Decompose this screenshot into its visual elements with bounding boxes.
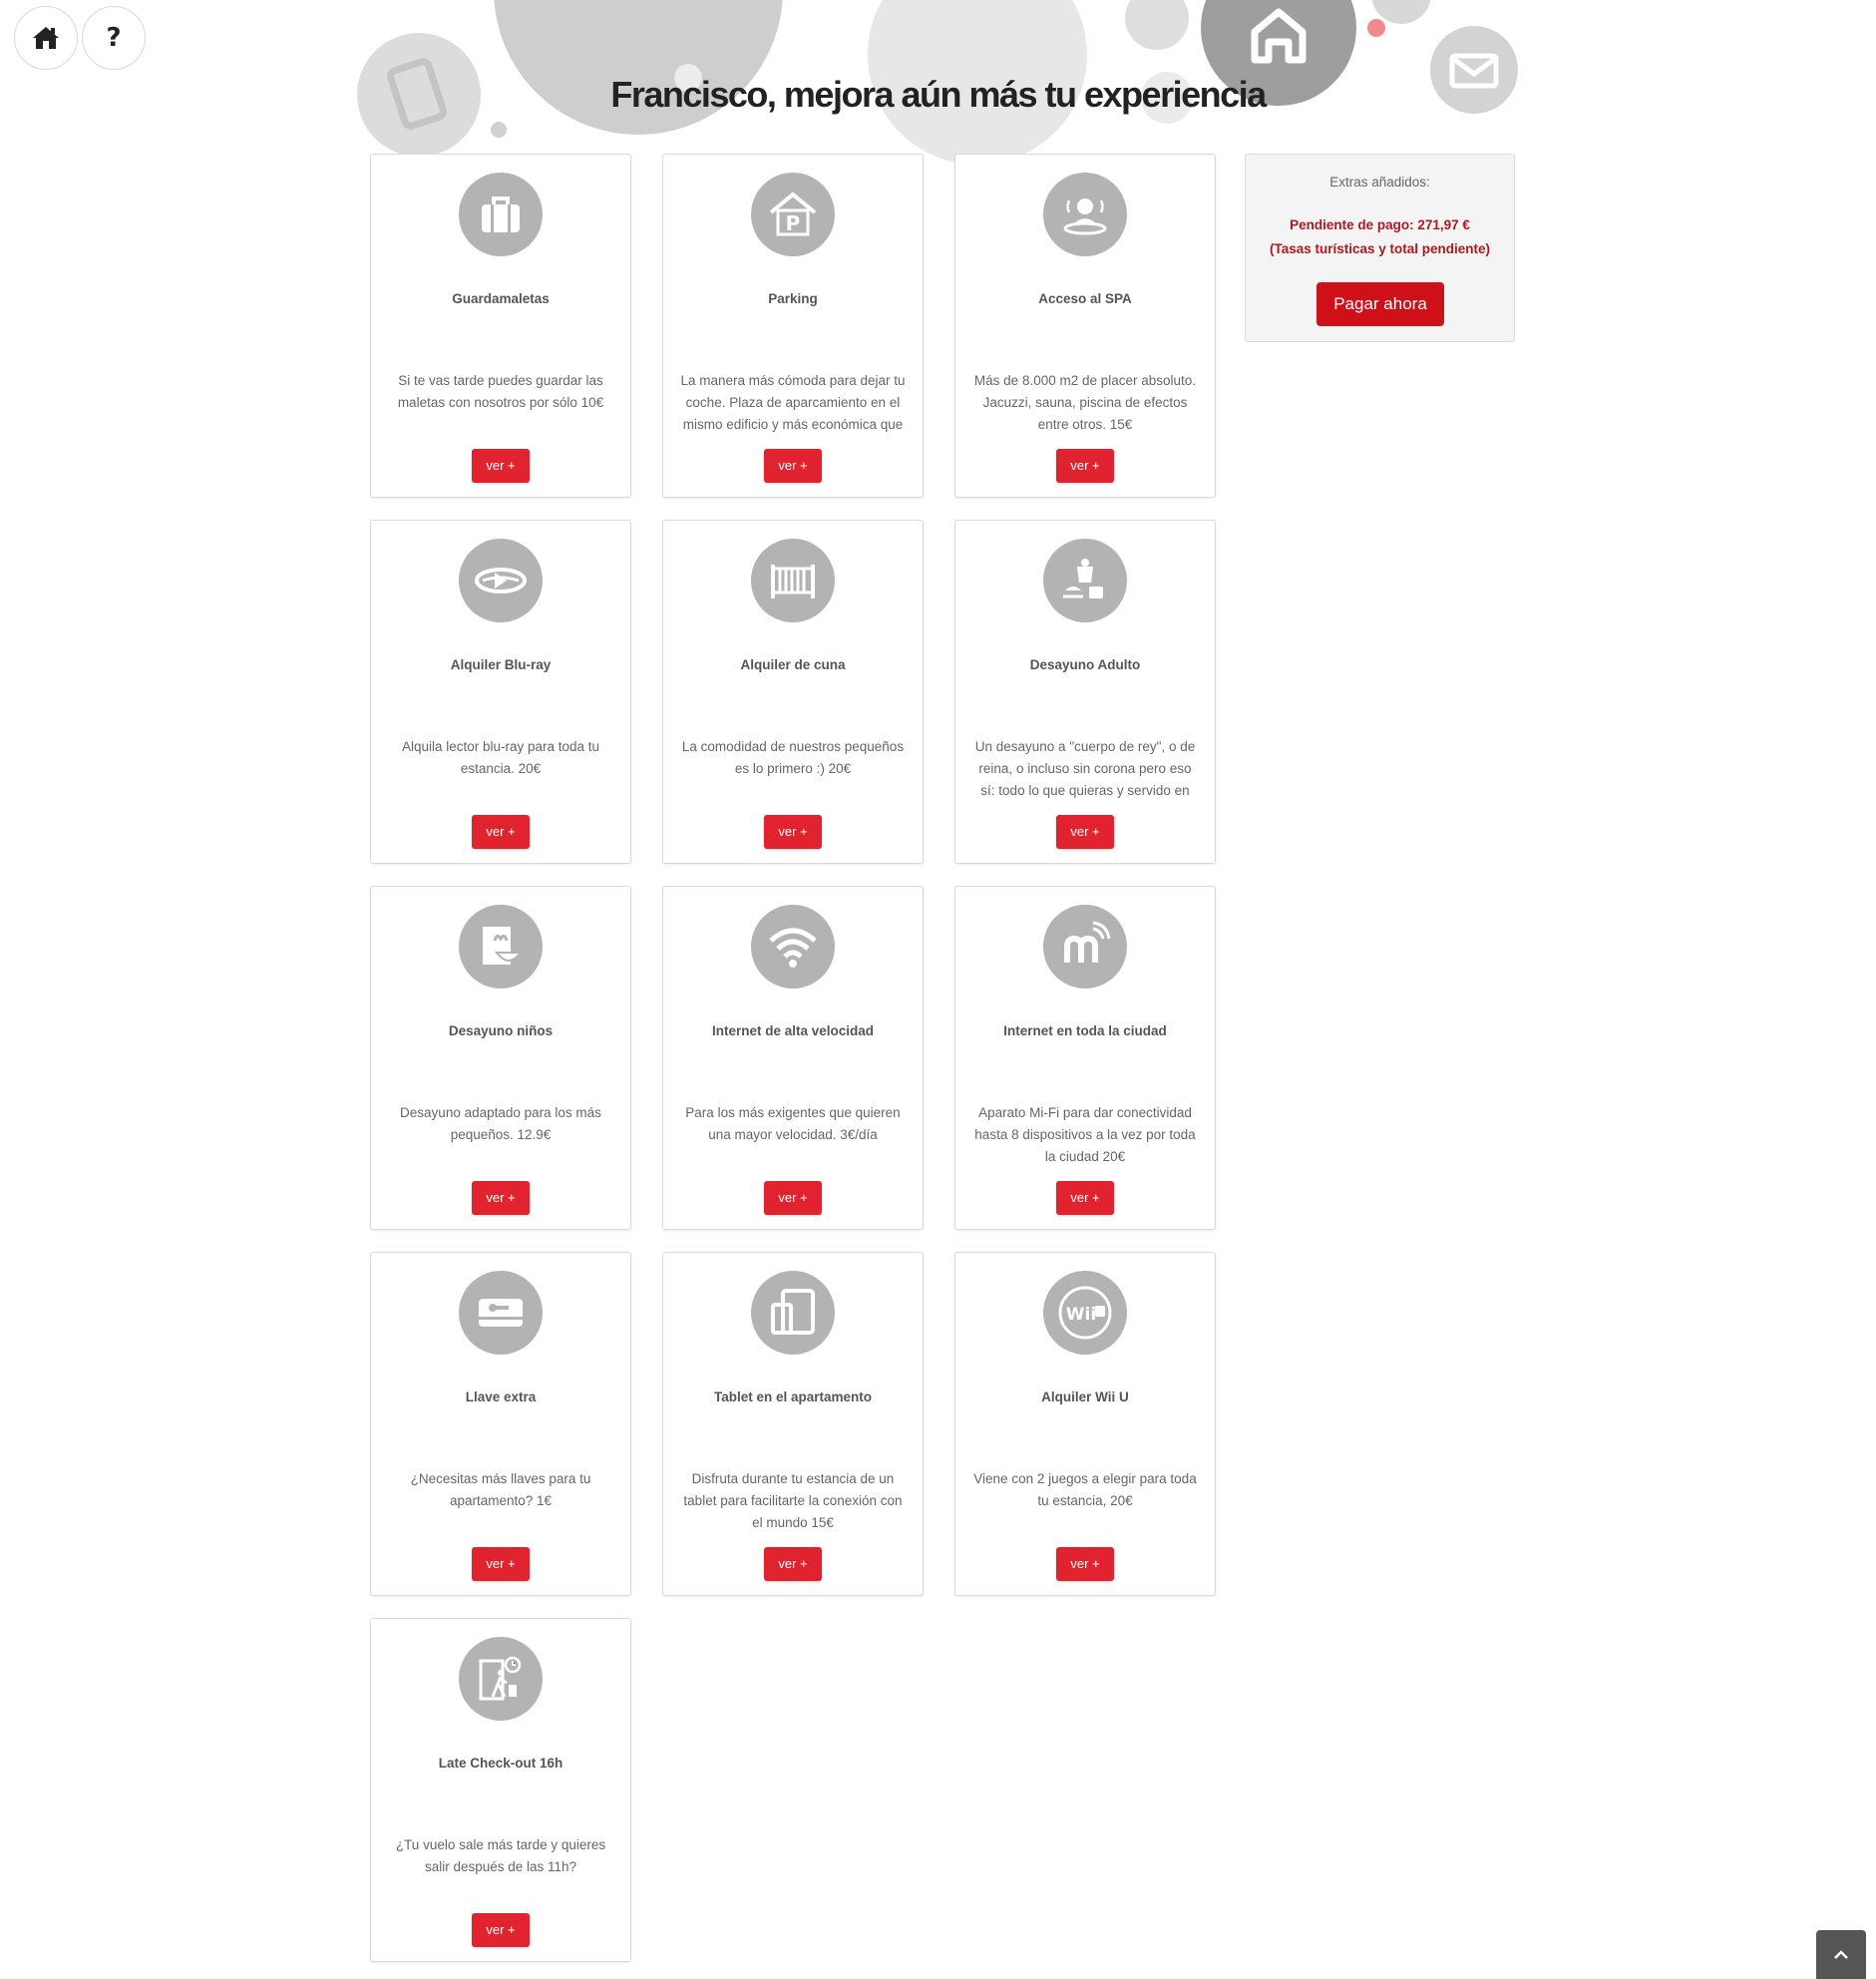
card-title: Desayuno Adulto <box>1029 657 1141 672</box>
extra-card-wii-u: Wii Alquiler Wii U Viene con 2 juegos a … <box>954 1252 1216 1596</box>
extra-card-bluray: Alquiler Blu-ray Alquila lector blu-ray … <box>370 520 631 864</box>
luggage-icon <box>459 173 543 256</box>
card-title: Alquiler Blu-ray <box>450 657 552 672</box>
ver-mas-button[interactable]: ver + <box>764 1181 822 1215</box>
extra-card-llave: Llave extra ¿Necesitas más llaves para t… <box>370 1252 631 1596</box>
ver-mas-button[interactable]: ver + <box>472 815 530 849</box>
card-description: Aparato Mi-Fi para dar conectividad hast… <box>974 1105 1196 1164</box>
pending-payment-note: (Tasas turísticas y total pendiente) <box>1269 241 1491 256</box>
wifi-icon <box>751 905 835 989</box>
extra-card-guardamaletas: Guardamaletas Si te vas tarde puedes gua… <box>370 154 631 498</box>
extra-card-internet-alta: Internet de alta velocidad Para los más … <box>662 886 924 1230</box>
wii-u-logo-text: Wii <box>1066 1305 1096 1325</box>
ver-mas-button[interactable]: ver + <box>1056 815 1114 849</box>
card-title: Parking <box>768 291 818 306</box>
card-description: ¿Tu vuelo sale más tarde y quieres salir… <box>395 1837 606 1874</box>
help-button[interactable]: ? <box>82 6 146 70</box>
ver-mas-button[interactable]: ver + <box>472 1547 530 1581</box>
breakfast-icon <box>1043 539 1127 622</box>
pending-payment: Pendiente de pago: 271,97 € <box>1290 217 1470 232</box>
svg-text:P: P <box>786 211 801 235</box>
card-description: Para los más exigentes que quieren una m… <box>685 1105 901 1142</box>
ver-mas-button[interactable]: ver + <box>1056 1181 1114 1215</box>
kids-breakfast-icon <box>459 905 543 989</box>
extra-card-spa: Acceso al SPA Más de 8.000 m2 de placer … <box>954 154 1216 498</box>
card-title: Acceso al SPA <box>1038 291 1132 306</box>
crib-icon <box>751 539 835 622</box>
card-title: Desayuno niños <box>448 1023 554 1038</box>
ver-mas-button[interactable]: ver + <box>472 1181 530 1215</box>
wii-u-icon: Wii <box>1043 1271 1127 1355</box>
card-description: Si te vas tarde puedes guardar las malet… <box>397 373 604 410</box>
card-description: ¿Necesitas más llaves para tu apartament… <box>410 1471 591 1508</box>
summary-label: Extras añadidos: <box>1329 175 1430 190</box>
card-description: La manera más cómoda para dejar tu coche… <box>680 373 906 432</box>
extra-card-desayuno-ninos: Desayuno niños Desayuno adaptado para lo… <box>370 886 631 1230</box>
chevron-up-icon <box>1834 1949 1848 1959</box>
extra-card-internet-ciudad: Internet en toda la ciudad Aparato Mi-Fi… <box>954 886 1216 1230</box>
ver-mas-button[interactable]: ver + <box>1056 449 1114 483</box>
card-title: Guardamaletas <box>452 291 550 306</box>
tablet-icon <box>751 1271 835 1355</box>
card-description: Un desayuno a "cuerpo de rey", o de rein… <box>974 739 1196 798</box>
card-title: Internet en toda la ciudad <box>1003 1023 1167 1038</box>
key-card-icon <box>459 1271 543 1355</box>
card-description: La comodidad de nuestros pequeños es lo … <box>681 739 905 776</box>
spa-icon <box>1043 173 1127 256</box>
card-title: Internet de alta velocidad <box>711 1023 875 1038</box>
help-label: ? <box>106 23 122 53</box>
pay-now-button[interactable]: Pagar ahora <box>1316 282 1444 326</box>
card-title: Llave extra <box>465 1389 537 1404</box>
card-description: Viene con 2 juegos a elegir para toda tu… <box>973 1471 1197 1508</box>
ver-mas-button[interactable]: ver + <box>1056 1547 1114 1581</box>
card-title: Tablet en el apartamento <box>713 1389 873 1404</box>
extra-card-late-checkout: Late Check-out 16h ¿Tu vuelo sale más ta… <box>370 1618 631 1962</box>
card-description: Desayuno adaptado para los más pequeños.… <box>400 1105 601 1142</box>
card-title: Late Check-out 16h <box>438 1756 563 1771</box>
card-title: Alquiler Wii U <box>1041 1389 1129 1404</box>
ver-mas-button[interactable]: ver + <box>764 449 822 483</box>
card-description: Más de 8.000 m2 de placer absoluto. Jacu… <box>973 373 1197 432</box>
scroll-top-button[interactable] <box>1816 1930 1866 1979</box>
card-description: Alquila lector blu-ray para toda tu esta… <box>401 739 600 776</box>
extras-summary: Extras añadidos: Pendiente de pago: 271,… <box>1245 154 1515 342</box>
ver-mas-button[interactable]: ver + <box>472 1913 530 1947</box>
extra-card-tablet: Tablet en el apartamento Disfruta durant… <box>662 1252 924 1596</box>
card-title: Alquiler de cuna <box>740 657 846 672</box>
extra-card-desayuno-adulto: Desayuno Adulto Un desayuno a "cuerpo de… <box>954 520 1216 864</box>
home-button[interactable] <box>14 6 78 70</box>
ver-mas-button[interactable]: ver + <box>472 449 530 483</box>
card-description: Disfruta durante tu estancia de un table… <box>683 1471 903 1530</box>
mifi-icon <box>1043 905 1127 989</box>
parking-icon: P <box>751 173 835 256</box>
home-icon <box>33 27 59 49</box>
ver-mas-button[interactable]: ver + <box>764 815 822 849</box>
ver-mas-button[interactable]: ver + <box>764 1547 822 1581</box>
top-nav: ? <box>14 6 146 70</box>
bluray-icon <box>459 539 543 622</box>
page-title: Francisco, mejora aún más tu experiencia <box>610 74 1267 115</box>
extra-card-parking: P Parking La manera más cómoda para deja… <box>662 154 924 498</box>
late-checkout-icon <box>459 1637 543 1721</box>
extra-card-cuna: Alquiler de cuna La comodidad de nuestro… <box>662 520 924 864</box>
